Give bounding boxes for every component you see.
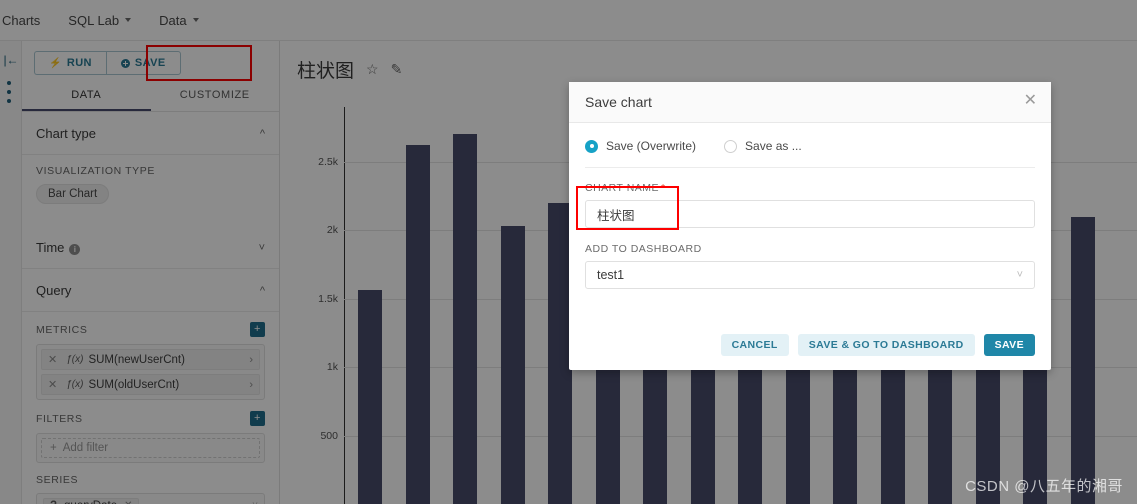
required-mark: * — [661, 182, 666, 194]
superset-explore-page: Charts SQL Lab Data |← ⚡ RUN SAVE DATA C… — [0, 0, 1137, 504]
chart-name-input[interactable]: 柱状图 — [585, 200, 1035, 228]
radio-save-as[interactable]: Save as ... — [724, 139, 802, 153]
radio-label: Save (Overwrite) — [606, 139, 697, 153]
radio-save-overwrite[interactable]: Save (Overwrite) — [585, 139, 696, 153]
modal-save-button-label: SAVE — [994, 339, 1024, 351]
chart-name-value: 柱状图 — [597, 208, 635, 223]
modal-footer: CANCEL SAVE & GO TO DASHBOARD SAVE — [569, 334, 1051, 370]
radio-dot-icon — [585, 139, 598, 153]
chart-name-label: CHART NAME * — [585, 182, 1035, 194]
cancel-button[interactable]: CANCEL — [720, 334, 789, 356]
modal-divider — [585, 167, 1035, 168]
modal-title: Save chart — [585, 94, 652, 110]
chevron-down-icon: ˅ — [1016, 269, 1023, 281]
chart-name-label-text: CHART NAME — [585, 182, 660, 194]
modal-body: Save (Overwrite) Save as ... CHART NAME *… — [569, 123, 1051, 289]
close-icon[interactable]: ✕ — [1024, 93, 1037, 109]
save-go-button-label: SAVE & GO TO DASHBOARD — [808, 339, 964, 351]
modal-save-button[interactable]: SAVE — [983, 334, 1035, 356]
dashboard-label-text: ADD TO DASHBOARD — [585, 243, 702, 255]
dashboard-select[interactable]: test1 ˅ — [585, 261, 1035, 289]
modal-header: Save chart ✕ — [569, 82, 1051, 123]
save-chart-modal: Save chart ✕ Save (Overwrite) Save as ..… — [569, 82, 1051, 370]
cancel-button-label: CANCEL — [731, 339, 778, 351]
save-mode-radio-group: Save (Overwrite) Save as ... — [585, 139, 1035, 167]
dashboard-label: ADD TO DASHBOARD — [585, 243, 1035, 255]
save-and-go-to-dashboard-button[interactable]: SAVE & GO TO DASHBOARD — [797, 334, 975, 356]
dashboard-value: test1 — [597, 268, 625, 282]
radio-dot-icon — [724, 139, 738, 153]
radio-label: Save as ... — [745, 139, 802, 153]
